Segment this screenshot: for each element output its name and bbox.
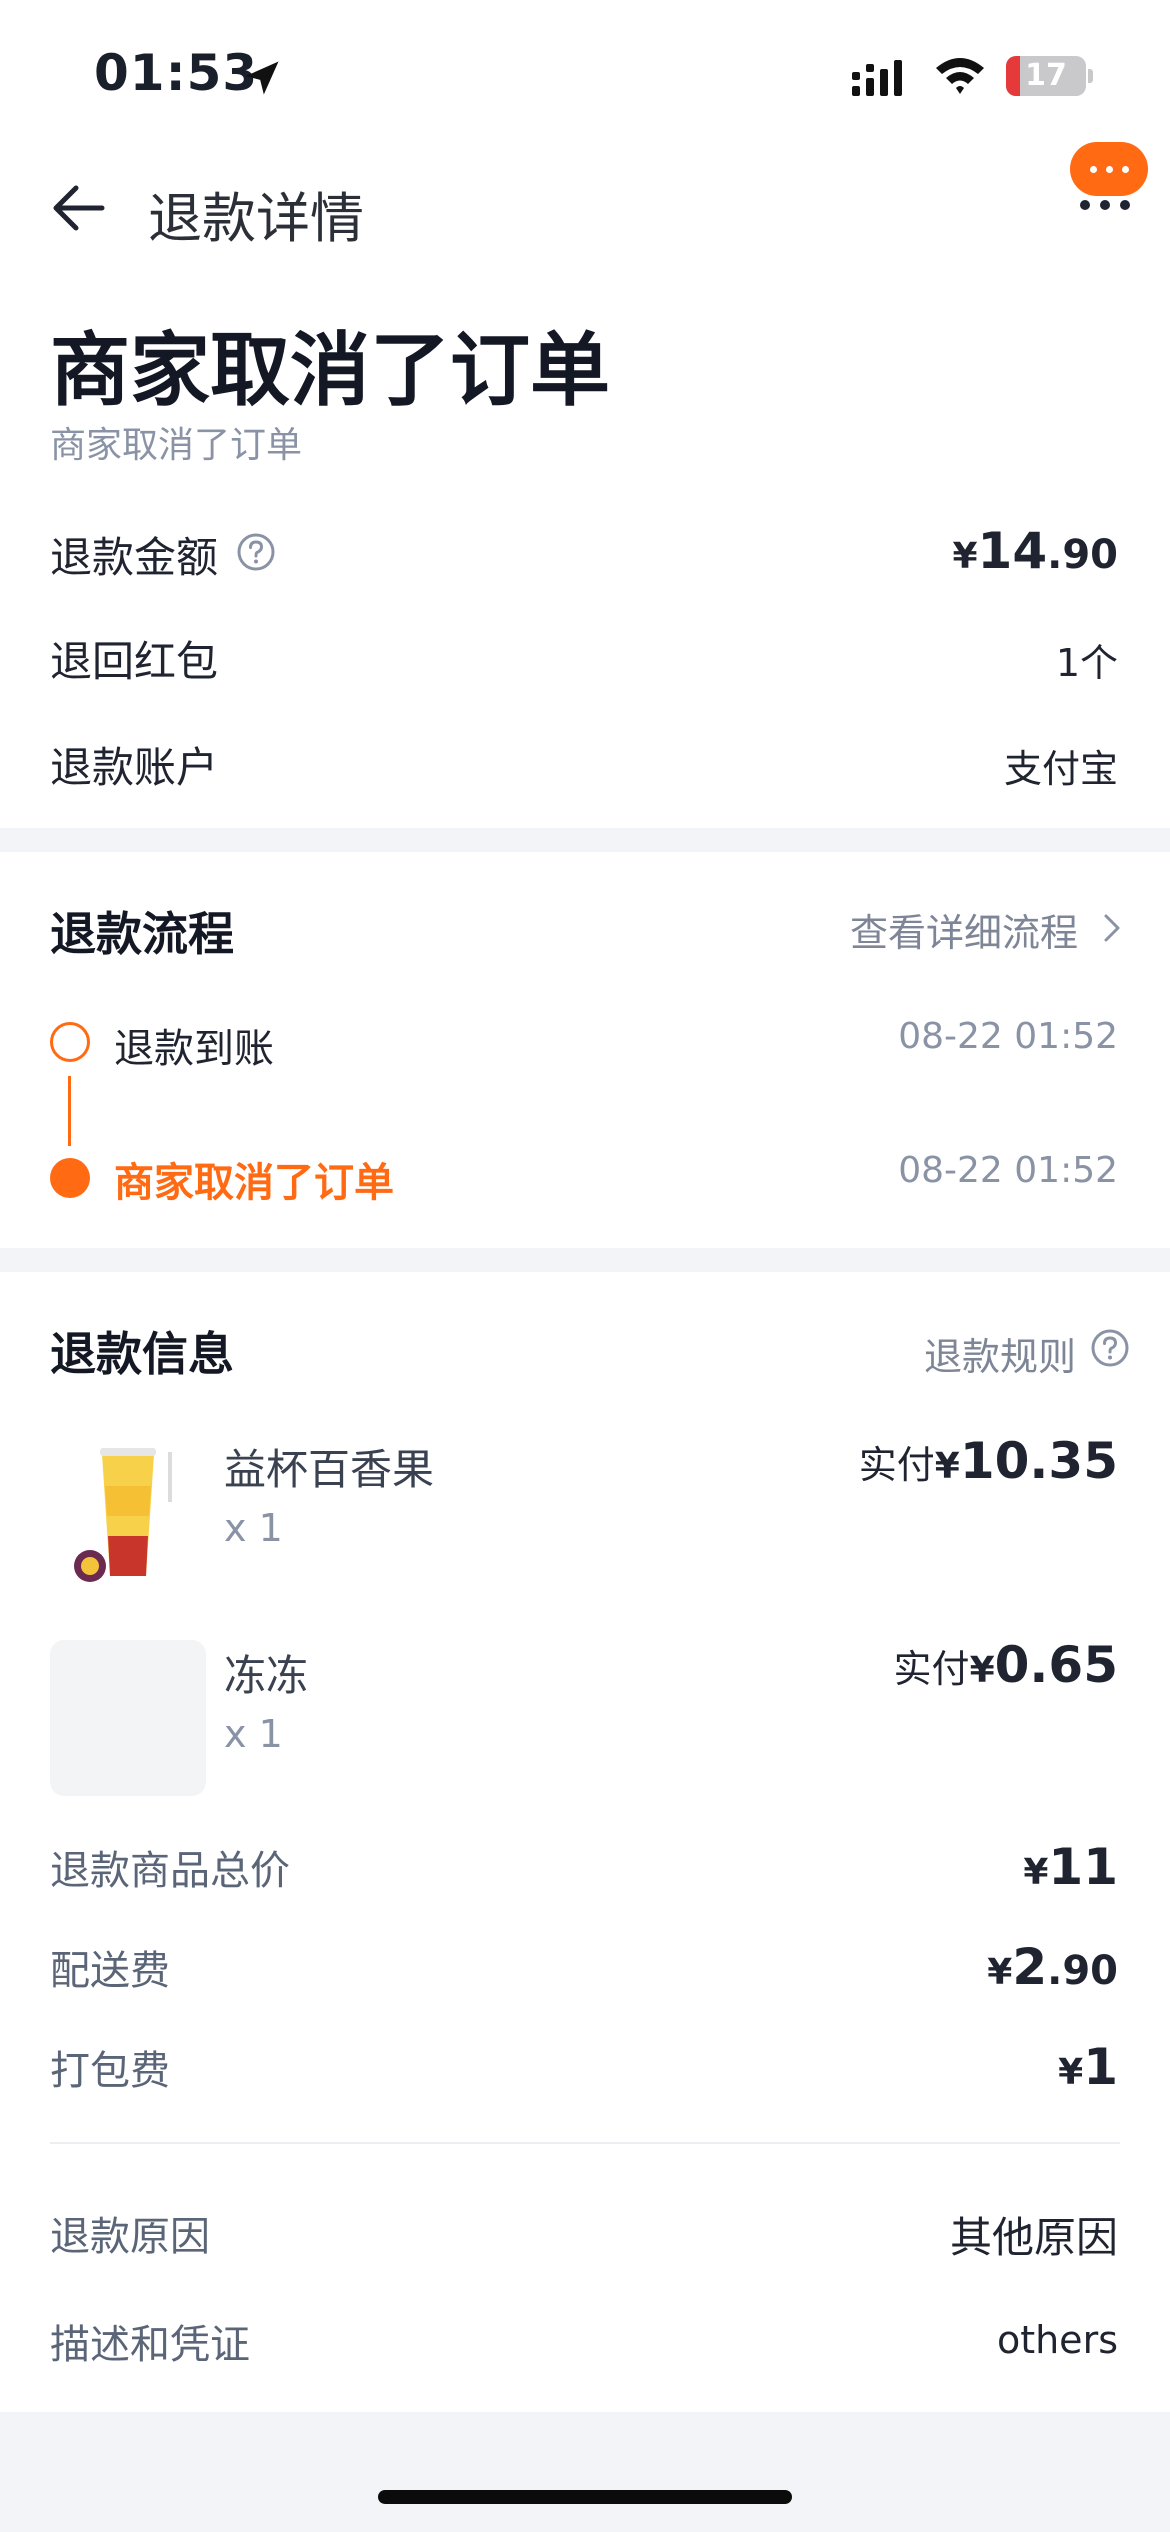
red-packet-label: 退回红包 [50, 637, 219, 686]
product-name: 冻冻 [224, 1651, 309, 1700]
refund-amount-value: ¥14.90 [952, 522, 1118, 580]
paid-decimal: .65 [1029, 1636, 1118, 1694]
refund-detail-screen: 01:53 17 退款详情 商家取消了订单 商家取消了订单 退款金额 ¥14.9… [0, 0, 1170, 2532]
refund-account-label: 退款账户 [50, 743, 219, 792]
red-packet-value: 1个 [1055, 641, 1118, 685]
refund-account-value: 支付宝 [1003, 747, 1118, 791]
more-dot [1080, 200, 1090, 210]
product-paid-amount: 实付¥10.35 [859, 1432, 1118, 1490]
status-time: 01:53 [94, 44, 259, 102]
chat-bubble-icon[interactable] [1070, 142, 1148, 196]
amount-integer: 11 [1048, 1838, 1118, 1896]
page-title: 退款详情 [148, 187, 364, 250]
amount-integer: 2 [1012, 1938, 1048, 1996]
delivery-fee-label: 配送费 [50, 1948, 170, 1994]
info-title: 退款信息 [50, 1327, 234, 1381]
paid-label: 实付 [893, 1647, 970, 1691]
amount-integer: 1 [1083, 2038, 1118, 2096]
chevron-right-icon[interactable] [1098, 910, 1126, 946]
description-label: 描述和凭证 [50, 2322, 250, 2368]
location-arrow-icon [245, 61, 279, 95]
divider [50, 2142, 1120, 2144]
arrow-left-icon[interactable] [48, 178, 108, 238]
currency-symbol: ¥ [987, 1952, 1013, 1993]
help-circle-icon[interactable] [236, 532, 276, 572]
more-dots-icon[interactable] [1080, 200, 1130, 214]
amount-decimal: .90 [1047, 532, 1118, 578]
signal-icon [852, 60, 902, 96]
timeline-step-time: 08-22 01:52 [898, 1016, 1118, 1057]
product-qty: x 1 [224, 1506, 283, 1550]
currency-symbol: ¥ [1023, 1852, 1049, 1893]
paid-integer: 10 [959, 1432, 1030, 1490]
bubble-dot [1122, 166, 1129, 173]
product-image-drink[interactable] [50, 1436, 206, 1592]
battery-cap [1088, 69, 1093, 83]
status-bar: 01:53 17 [0, 0, 1170, 150]
battery-icon: 17 [1006, 56, 1086, 96]
goods-total-label: 退款商品总价 [50, 1848, 290, 1894]
refund-amount-label: 退款金额 [50, 533, 219, 582]
wifi-icon [936, 58, 984, 94]
packing-fee-label: 打包费 [50, 2048, 170, 2094]
refund-reason-label: 退款原因 [50, 2214, 210, 2260]
product-image-placeholder[interactable] [50, 1640, 206, 1796]
paid-integer: 0 [994, 1636, 1030, 1694]
currency-symbol: ¥ [1058, 2052, 1084, 2093]
home-indicator[interactable] [378, 2490, 792, 2504]
timeline-step-label: 退款到账 [114, 1026, 274, 1072]
timeline-connector [68, 1076, 71, 1146]
currency-symbol: ¥ [952, 536, 978, 577]
packing-fee-value: ¥1 [1058, 2038, 1118, 2096]
product-paid-amount: 实付¥0.65 [894, 1636, 1118, 1694]
bubble-dot [1090, 166, 1097, 173]
paid-label: 实付 [858, 1443, 935, 1487]
refund-status-title: 商家取消了订单 [50, 324, 610, 417]
product-name: 益杯百香果 [224, 1445, 435, 1494]
more-dot [1100, 200, 1110, 210]
amount-integer: 14 [977, 522, 1048, 580]
battery-percent: 17 [1025, 58, 1067, 93]
refund-status-subtitle: 商家取消了订单 [50, 425, 303, 466]
detail-process-link[interactable]: 查看详细流程 [850, 902, 1078, 957]
timeline-step-label-active: 商家取消了订单 [114, 1160, 394, 1206]
refund-rules-link[interactable]: 退款规则 [924, 1326, 1076, 1381]
timeline-step-dot-active [50, 1158, 90, 1198]
goods-total-value: ¥11 [1023, 1838, 1118, 1896]
timeline-step-time: 08-22 01:52 [898, 1150, 1118, 1191]
currency-symbol: ¥ [934, 1446, 960, 1487]
more-dot [1120, 200, 1130, 210]
description-value: others [996, 2318, 1118, 2362]
product-qty: x 1 [224, 1712, 283, 1756]
amount-decimal: .90 [1047, 1948, 1118, 1994]
bubble-dot [1106, 166, 1113, 173]
delivery-fee-value: ¥2.90 [987, 1938, 1118, 1996]
process-title: 退款流程 [50, 907, 234, 961]
help-circle-icon[interactable] [1090, 1328, 1130, 1368]
refund-reason-value: 其他原因 [949, 2213, 1118, 2262]
paid-decimal: .35 [1029, 1432, 1118, 1490]
timeline-step-dot [50, 1022, 90, 1062]
currency-symbol: ¥ [969, 1650, 995, 1691]
